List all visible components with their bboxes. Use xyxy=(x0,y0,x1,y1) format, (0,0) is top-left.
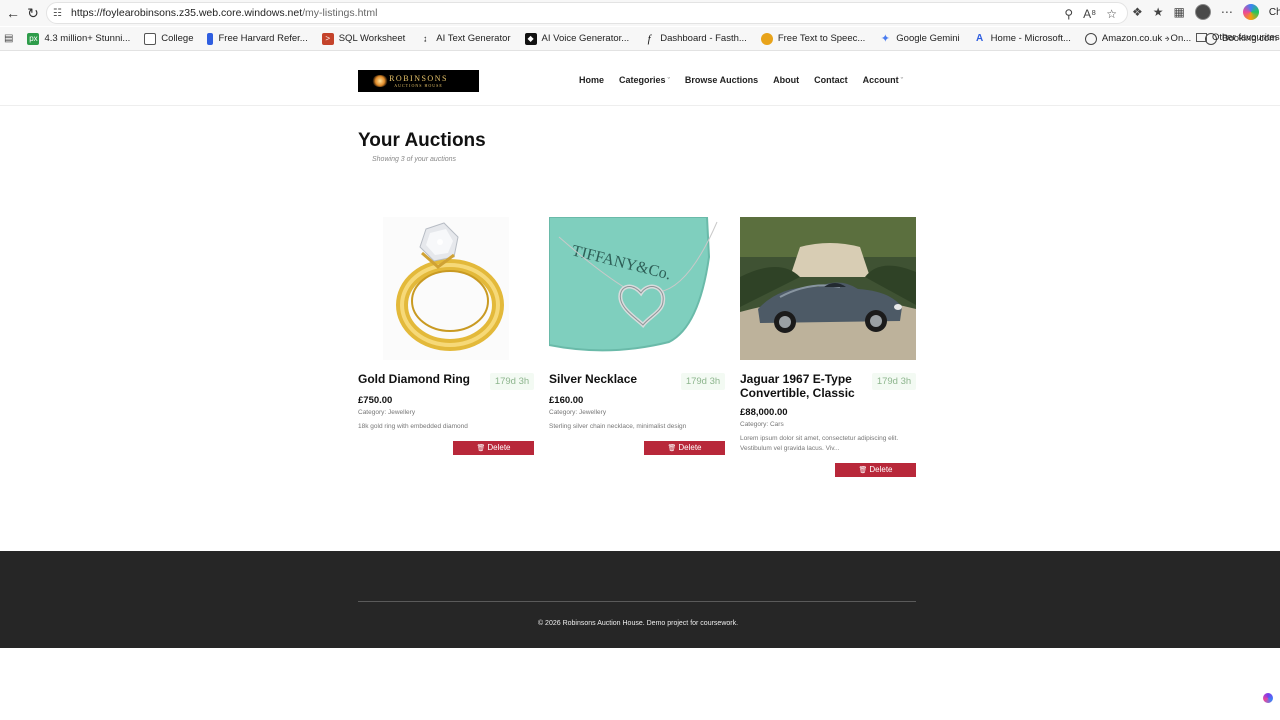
bookmark-item[interactable]: College xyxy=(144,32,193,45)
folder-icon xyxy=(144,32,157,45)
nav-account[interactable]: Account ˇ xyxy=(863,75,903,85)
nav-browse-auctions[interactable]: Browse Auctions xyxy=(685,75,758,85)
zoom-icon[interactable]: ⚲ xyxy=(1064,7,1073,21)
url-path: /my-listings.html xyxy=(302,7,378,19)
site-footer: © 2026 Robinsons Auction House. Demo pro… xyxy=(0,551,1280,648)
listing-image-necklace[interactable]: TIFFANY&Co. xyxy=(549,217,725,360)
speech-icon xyxy=(760,32,773,45)
other-favourites[interactable]: Other favourites xyxy=(1196,32,1280,43)
back-icon[interactable]: ← xyxy=(2,2,24,24)
bookmark-item[interactable]: Free Text to Speec... xyxy=(760,32,865,45)
delete-button[interactable]: 🗑 Delete xyxy=(644,441,725,455)
chevron-right-icon[interactable]: › xyxy=(1166,33,1170,45)
listing-title[interactable]: Gold Diamond Ring xyxy=(358,372,482,386)
footer-divider xyxy=(358,601,916,602)
bookmark-item[interactable]: ↨ AI Text Generator xyxy=(419,33,510,45)
site-logo[interactable]: ROBINSONS AUCTIONS HOUSE xyxy=(358,70,479,92)
silver-necklace-image: TIFFANY&Co. xyxy=(549,217,725,360)
nav-home[interactable]: Home xyxy=(579,75,604,85)
folder-icon xyxy=(1196,33,1207,42)
logo-spark-graphic xyxy=(372,75,388,87)
browser-toolbar: ← ↻ ☷ https://foylearobinsons.z35.web.co… xyxy=(0,0,1280,26)
favorites-icon[interactable]: ★ xyxy=(1153,5,1164,19)
chevron-down-icon: ˇ xyxy=(900,78,903,85)
px-icon: px xyxy=(27,32,40,45)
more-menu-icon[interactable]: ⋯ xyxy=(1221,5,1233,19)
listing-price: £750.00 xyxy=(358,395,393,406)
bookmark-item[interactable]: Amazon.co.uk - On... xyxy=(1084,32,1191,45)
bookmark-item[interactable]: Free Harvard Refer... xyxy=(207,32,308,45)
ai-icon: ↨ xyxy=(423,34,428,43)
bookmark-item[interactable]: ✦ Google Gemini xyxy=(879,33,960,45)
jaguar-car-image xyxy=(740,217,916,360)
listing-category: Category: Cars xyxy=(740,421,784,428)
trash-icon: 🗑 xyxy=(858,467,868,474)
bookmark-icon xyxy=(207,32,214,45)
copilot-floating-icon[interactable] xyxy=(1263,693,1273,703)
listing-image-car[interactable] xyxy=(740,217,916,360)
profile-avatar[interactable] xyxy=(1194,4,1211,20)
gemini-icon: ✦ xyxy=(880,33,890,45)
bookmarks-bar: ▤ px 4.3 million+ Stunni... College Free … xyxy=(0,27,1280,51)
f-icon: f xyxy=(647,32,651,45)
favorite-star-icon[interactable]: ☆ xyxy=(1106,7,1117,21)
footer-copyright: © 2026 Robinsons Auction House. Demo pro… xyxy=(537,620,739,627)
listing-description: 18k gold ring with embedded diamond xyxy=(358,423,468,430)
listing-price: £88,000.00 xyxy=(740,407,788,418)
chevron-down-icon: ˇ xyxy=(667,78,670,85)
bookmark-item[interactable]: > SQL Worksheet xyxy=(321,32,405,45)
listing-card: Jaguar 1967 E-Type Convertible, Classic … xyxy=(740,217,916,477)
listing-category: Category: Jewellery xyxy=(358,409,416,416)
nav-contact[interactable]: Contact xyxy=(814,75,848,85)
refresh-icon[interactable]: ↻ xyxy=(22,2,44,24)
listing-description: Sterling silver chain necklace, minimali… xyxy=(549,423,687,430)
countdown-badge: 179d 3h xyxy=(681,373,725,390)
site-info-icon[interactable]: ☷ xyxy=(53,8,65,19)
listing-card: Gold Diamond Ring 179d 3h £750.00 Catego… xyxy=(358,217,534,455)
listing-image-ring[interactable] xyxy=(358,217,534,360)
bookmark-item[interactable]: A Home - Microsoft... xyxy=(974,33,1071,45)
url-host: https://foylearobinsons.z35.web.core.win… xyxy=(71,7,303,19)
nav-about[interactable]: About xyxy=(773,75,799,85)
bookmark-item[interactable]: px 4.3 million+ Stunni... xyxy=(27,32,130,45)
voice-icon: ◆ xyxy=(524,32,537,45)
logo-text: ROBINSONS AUCTIONS HOUSE xyxy=(389,73,448,88)
listing-description: Lorem ipsum dolor sit amet, consectetur … xyxy=(740,435,899,452)
listing-title[interactable]: Silver Necklace xyxy=(549,372,673,386)
chat-label[interactable]: Chat xyxy=(1269,7,1280,18)
listing-card: TIFFANY&Co. Silver Necklace 179d 3h £160… xyxy=(549,217,725,455)
listing-category: Category: Jewellery xyxy=(549,409,607,416)
listing-title[interactable]: Jaguar 1967 E-Type Convertible, Classic xyxy=(740,372,864,400)
delete-button[interactable]: 🗑 Delete xyxy=(453,441,534,455)
page-title: Your Auctions xyxy=(358,130,486,151)
site-header: ROBINSONS AUCTIONS HOUSE Home Categories ˇ… xyxy=(0,52,1280,106)
delete-button[interactable]: 🗑 Delete xyxy=(835,463,916,477)
nav-categories[interactable]: Categories ˇ xyxy=(619,75,670,85)
listing-price: £160.00 xyxy=(549,395,584,406)
page-subtitle: Showing 3 of your auctions xyxy=(372,156,457,163)
tab-actions-icon[interactable]: ▤ xyxy=(4,33,13,44)
main-nav: Home Categories ˇ Browse Auctions About C… xyxy=(579,75,903,85)
bookmark-item[interactable]: ◆ AI Voice Generator... xyxy=(524,32,629,45)
gold-ring-image xyxy=(358,217,534,360)
countdown-badge: 179d 3h xyxy=(490,373,534,390)
microsoft-icon: A xyxy=(976,33,984,44)
collections-icon[interactable]: ▦ xyxy=(1174,5,1185,19)
copilot-icon[interactable] xyxy=(1242,4,1259,20)
trash-icon: 🗑 xyxy=(476,445,486,452)
trash-icon: 🗑 xyxy=(667,445,677,452)
extensions-icon[interactable]: ❖ xyxy=(1132,5,1143,19)
countdown-badge: 179d 3h xyxy=(872,373,916,390)
bookmark-item[interactable]: f Dashboard - Fasth... xyxy=(643,33,747,45)
globe-icon xyxy=(1084,32,1097,45)
read-aloud-icon[interactable]: A⁸ xyxy=(1083,7,1096,21)
sql-icon: > xyxy=(321,32,334,45)
address-bar[interactable]: ☷ https://foylearobinsons.z35.web.core.w… xyxy=(46,2,1128,24)
